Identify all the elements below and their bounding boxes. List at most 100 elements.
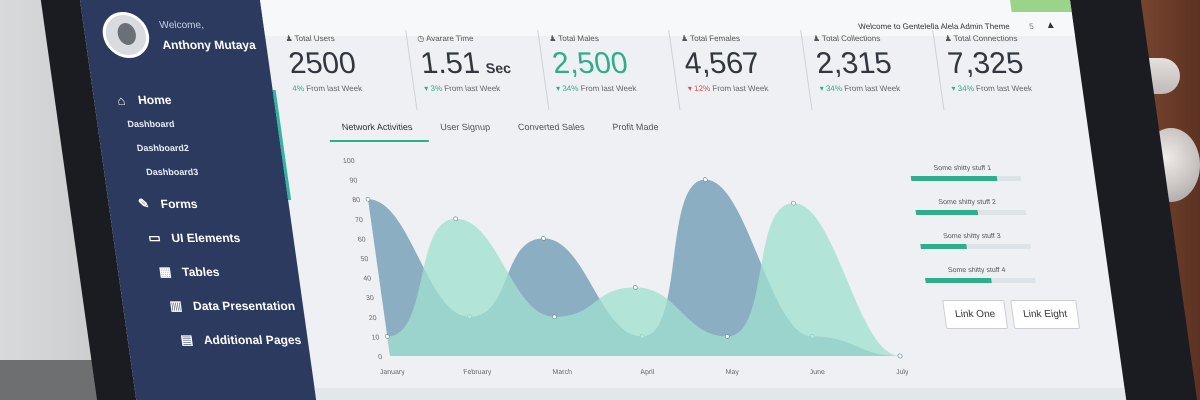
legend-track	[925, 278, 1036, 283]
y-tick-label: 20	[368, 315, 377, 322]
sidebar-item-ui-elements[interactable]: ▭ UI Elements	[132, 226, 295, 250]
stat-total-users: ♟ Total Users 2500 4% From last Week	[274, 30, 416, 110]
legend-track	[910, 176, 1022, 181]
stat-total-females: ♟ Total Females 4,567 ▾ 12% From last We…	[668, 30, 812, 110]
stat-change: ▾ 3% From last Week	[423, 84, 501, 93]
stat-change: ▾ 34% From last Week	[555, 84, 638, 93]
series-area	[387, 203, 901, 356]
y-tick-label: 100	[343, 158, 356, 165]
link-buttons: Link One Link Eight	[942, 300, 1081, 329]
legend-label: Some shitty stuff 3	[942, 233, 1002, 240]
sidebar-item-label: Home	[137, 93, 173, 107]
legend-fill	[915, 210, 978, 215]
stat-change: ▾ 12% From last Week	[687, 84, 769, 93]
bottom-panel	[314, 388, 1127, 400]
stat-value: 1.51 Sec	[418, 47, 512, 80]
legend-fill	[910, 176, 998, 181]
stat-change: 4% From last Week	[291, 84, 363, 93]
sidebar-item-data-presentation[interactable]: ▥ Data Presentation	[141, 294, 304, 318]
sidebar-item-label: Tables	[181, 265, 221, 279]
legend-item: Some shitty stuff 4	[918, 267, 1093, 301]
layout-icon: ▤	[179, 332, 194, 347]
legend-label: Some shitty stuff 2	[937, 199, 997, 206]
stat-value: 2,500	[550, 47, 630, 80]
y-tick-label: 40	[363, 276, 372, 283]
chart-tabs: Network Activities User Signup Converted…	[326, 114, 890, 142]
user-icon: ♟	[943, 34, 953, 43]
bar-chart-icon: ▥	[168, 298, 184, 313]
legend-track	[915, 210, 1027, 215]
data-point[interactable]	[897, 353, 903, 359]
user-icon: ♟	[812, 34, 821, 43]
legend-item: Some shitty stuff 1	[903, 165, 1078, 199]
area-chart: 0 10 20 30 40 50 60 70 80 90 100 January February Mar…	[343, 158, 910, 376]
stat-change: ▾ 34% From last Week	[950, 84, 1033, 93]
x-tick-label: May	[725, 369, 740, 376]
stat-label: ♟ Total Collections	[812, 34, 881, 43]
stat-value: 7,325	[945, 47, 1026, 80]
user-icon: ♟	[284, 34, 294, 43]
data-point[interactable]	[552, 314, 557, 320]
data-point[interactable]	[365, 196, 371, 202]
stat-total-connections: ♟ Total Connections 7,325 ▾ 34% From las…	[932, 30, 1076, 110]
data-point[interactable]	[633, 285, 638, 290]
user-icon: ♟	[680, 34, 689, 43]
sidebar-item-label: Forms	[159, 197, 199, 211]
avatar[interactable]	[99, 12, 153, 58]
header-accent	[1010, 0, 1072, 12]
legend-item: Some shitty stuff 3	[913, 233, 1088, 267]
data-point[interactable]	[453, 216, 459, 222]
data-point[interactable]	[384, 334, 390, 339]
y-tick-label: 10	[371, 334, 380, 341]
link-eight-button[interactable]: Link Eight	[1010, 300, 1081, 329]
stat-value: 2500	[286, 47, 358, 80]
stat-label: ♟ Total Users	[284, 34, 336, 43]
legend-track	[920, 244, 1031, 249]
y-tick-label: 60	[357, 236, 366, 243]
sidebar-subitem-dashboard[interactable]: Dashboard	[116, 112, 279, 136]
stat-average-time: ◷ Avarare Time 1.51 Sec ▾ 3% From last We…	[405, 30, 549, 110]
clock-icon: ◷	[416, 34, 425, 43]
sidebar-item-home[interactable]: ⌂ Home	[112, 88, 275, 112]
y-tick-label: 70	[355, 217, 364, 224]
sidebar-subitem-dashboard2[interactable]: Dashboard2	[119, 136, 282, 160]
link-one-button[interactable]: Link One	[942, 300, 1009, 329]
welcome-label: Welcome,	[158, 20, 205, 31]
desktop-icon: ▭	[147, 230, 162, 245]
tab-user-signup[interactable]: User Signup	[425, 114, 506, 142]
stat-value: 2,315	[813, 47, 894, 80]
home-icon: ⌂	[116, 92, 127, 108]
y-tick-label: 0	[378, 354, 383, 361]
edit-icon: ✎	[137, 196, 151, 211]
stat-total-males: ♟ Total Males 2,500 ▾ 34% From last Week	[536, 30, 680, 110]
data-point[interactable]	[724, 334, 730, 339]
sidebar-item-tables[interactable]: ▦ Tables	[137, 260, 300, 284]
legend-item: Some shitty stuff 2	[908, 199, 1083, 233]
stats-row: ♟ Total Users 2500 4% From last Week ◷ A…	[274, 30, 1076, 110]
chart-legend: Some shitty stuff 1 Some shitty stuff 2 …	[903, 165, 1092, 301]
legend-fill	[925, 278, 992, 283]
sidebar-subitem-dashboard3[interactable]: Dashboard3	[122, 160, 285, 184]
legend-label: Some shitty stuff 4	[947, 267, 1006, 274]
data-point[interactable]	[541, 236, 546, 241]
legend-fill	[920, 244, 968, 249]
tab-network-activities[interactable]: Network Activities	[326, 114, 429, 142]
sidebar-item-label: Data Presentation	[192, 299, 297, 313]
y-tick-label: 80	[352, 197, 361, 204]
table-icon: ▦	[157, 264, 173, 279]
stat-label: ♟ Total Connections	[943, 34, 1019, 43]
data-point[interactable]	[702, 177, 708, 182]
x-tick-label: January	[379, 369, 405, 376]
data-point[interactable]	[791, 200, 796, 206]
x-tick-label: July	[896, 369, 910, 376]
tab-profit-made[interactable]: Profit Made	[597, 114, 675, 142]
tab-converted-sales[interactable]: Converted Sales	[502, 114, 600, 142]
x-tick-label: April	[640, 369, 655, 376]
dashboard-screen: Welcome, Anthony Mutaya ⌂ Home Dashboard…	[80, 0, 1127, 400]
user-icon: ♟	[548, 34, 557, 43]
stat-label: ♟ Total Females	[680, 34, 741, 43]
sidebar-item-forms[interactable]: ✎ Forms	[127, 192, 290, 216]
stat-total-collections: ♟ Total Collections 2,315 ▾ 34% From las…	[800, 30, 944, 110]
x-tick-label: June	[809, 369, 825, 376]
sidebar-item-additional-pages[interactable]: ▤ Additional Pages	[146, 328, 309, 352]
